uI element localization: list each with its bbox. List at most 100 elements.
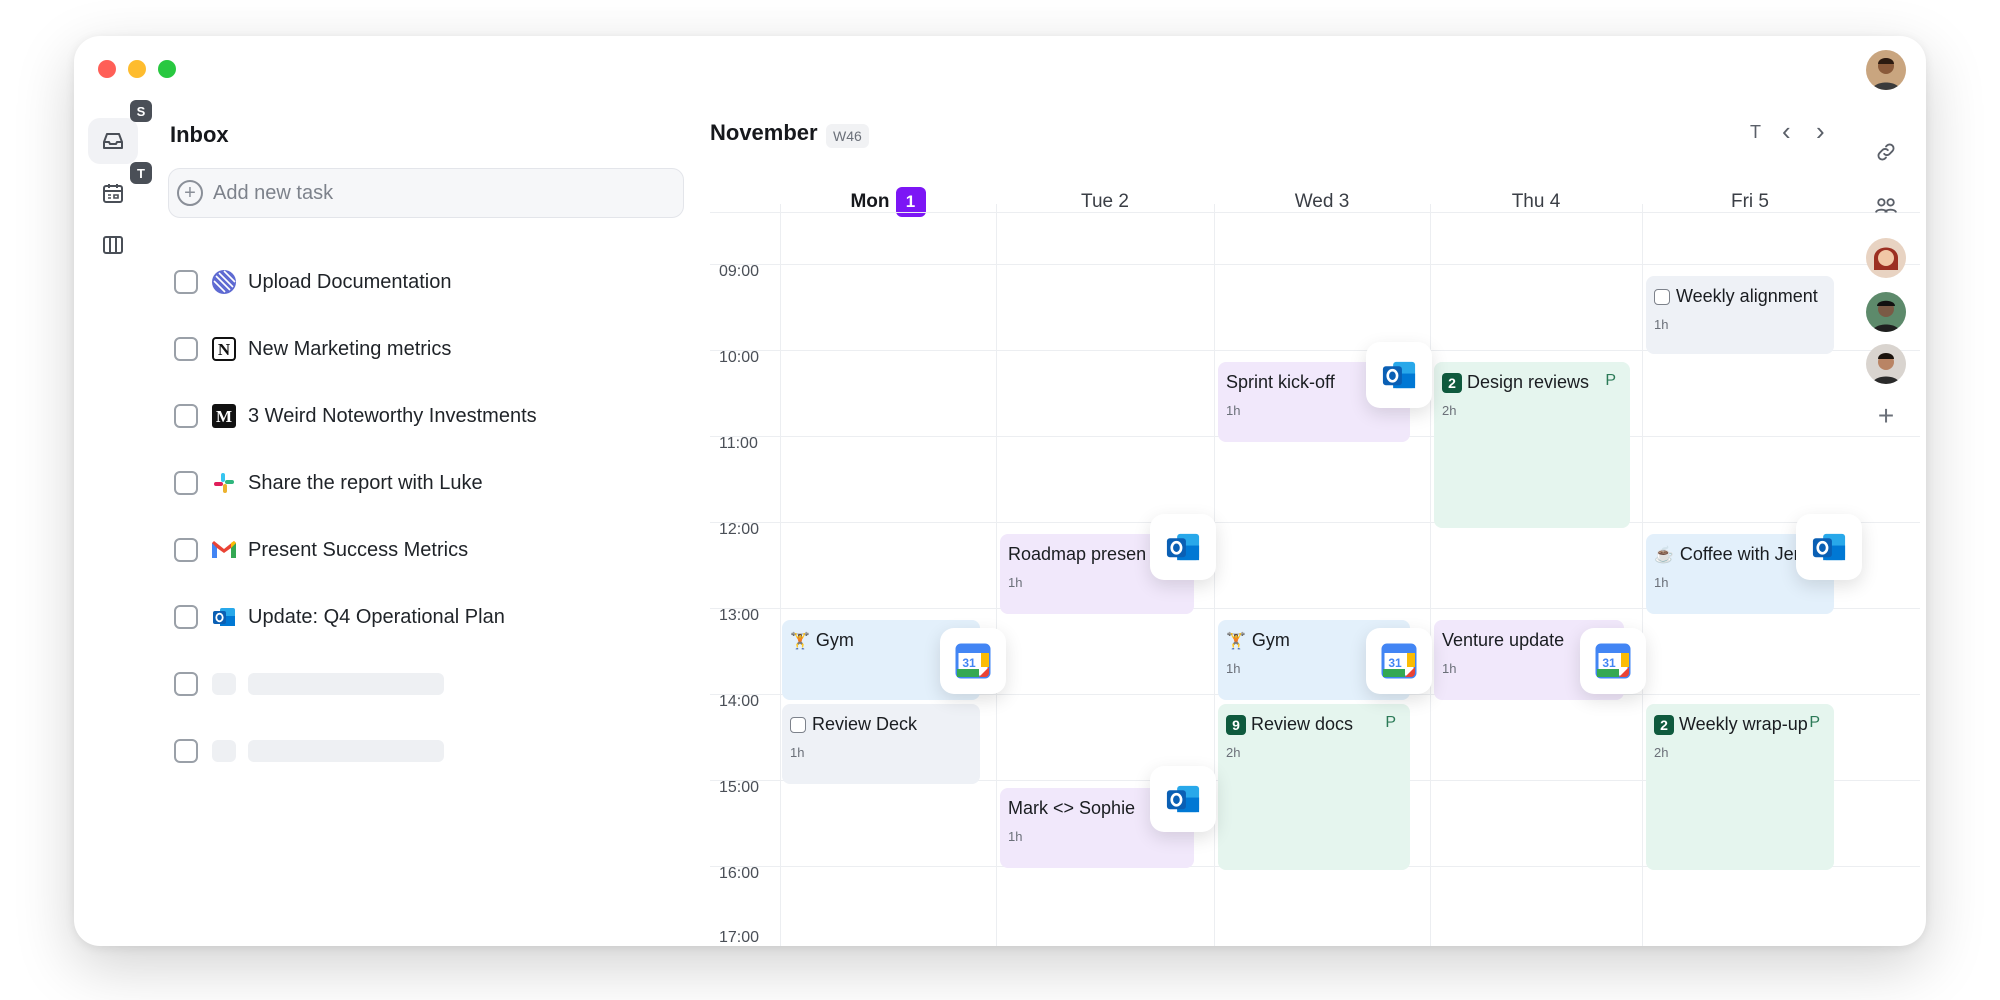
event-duration: 2h (1654, 745, 1669, 760)
task-item[interactable]: N New Marketing metrics (174, 329, 451, 369)
time-label: 12:00 (719, 521, 760, 538)
grid-line (710, 264, 1920, 265)
rail-inbox-button[interactable] (88, 118, 138, 164)
event-title: Coffee with Jen (1679, 544, 1804, 564)
task-label: Upload Documentation (248, 270, 452, 293)
event-card[interactable]: 2 Design reviews 2h P (1434, 362, 1630, 528)
notion-icon: N (210, 335, 238, 363)
outlook-icon (210, 603, 238, 631)
task-label: New Marketing metrics (248, 337, 452, 360)
task-checkbox[interactable] (174, 270, 198, 294)
task-placeholder (174, 664, 444, 704)
event-duration: 1h (790, 745, 805, 760)
event-checkbox[interactable] (790, 716, 806, 733)
day-header-thu[interactable]: Thu 4 (1430, 182, 1642, 222)
maximize-window-button[interactable] (158, 60, 176, 78)
event-card[interactable]: 9 Review docs 2h P (1218, 704, 1410, 870)
day-header-tue[interactable]: Tue 2 (996, 182, 1214, 222)
time-label: 14:00 (719, 693, 760, 710)
outlook-source-icon (1796, 514, 1862, 580)
task-item[interactable]: Upload Documentation (174, 262, 451, 302)
event-card[interactable]: Weekly alignment 1h (1646, 276, 1834, 354)
event-duration: 2h (1442, 403, 1457, 418)
team-icon[interactable] (1866, 186, 1906, 226)
task-checkbox[interactable] (174, 538, 198, 562)
prev-week-button[interactable]: ‹ (1782, 116, 1791, 147)
event-count-badge: 2 (1442, 372, 1462, 393)
task-checkbox[interactable] (174, 739, 198, 763)
task-checkbox[interactable] (174, 471, 198, 495)
calendar-month: November (710, 120, 818, 145)
event-count-badge: 2 (1654, 714, 1674, 735)
event-card[interactable]: Review Deck 1h (782, 704, 980, 784)
calendar-shortcut-badge: T (130, 162, 152, 184)
event-title: Gym (1251, 630, 1290, 650)
close-window-button[interactable] (98, 60, 116, 78)
task-item[interactable]: M 3 Weird Noteworthy Investments (174, 396, 537, 436)
event-priority-tag: P (1605, 372, 1616, 389)
day-header-wed[interactable]: Wed 3 (1214, 182, 1430, 222)
svg-text:M: M (216, 407, 232, 426)
gmail-icon (210, 536, 238, 564)
outlook-source-icon (1366, 342, 1432, 408)
time-label: 13:00 (719, 607, 760, 624)
team-member-avatar[interactable] (1866, 344, 1906, 384)
time-label: 15:00 (719, 779, 760, 796)
minimize-window-button[interactable] (128, 60, 146, 78)
grid-column-line (1430, 204, 1431, 946)
task-label: Present Success Metrics (248, 538, 469, 561)
event-checkbox[interactable] (1654, 288, 1670, 305)
outlook-source-icon (1150, 514, 1216, 580)
rail-board-button[interactable] (88, 222, 138, 268)
calendar-icon (103, 184, 123, 203)
time-label: 16:00 (719, 865, 760, 882)
grid-column-line (996, 204, 997, 946)
task-item[interactable]: Share the report with Luke (174, 463, 483, 503)
grid-column-line (1642, 204, 1643, 946)
task-label: 3 Weird Noteworthy Investments (248, 404, 537, 427)
time-label: 09:00 (719, 263, 760, 280)
inbox-title: Inbox (170, 122, 229, 147)
link-icon[interactable] (1866, 132, 1906, 172)
event-duration: 1h (1654, 575, 1669, 590)
linear-icon (210, 268, 238, 296)
event-title: Design reviews (1467, 372, 1590, 392)
today-button[interactable]: T (1750, 122, 1761, 143)
user-avatar[interactable] (1866, 50, 1906, 90)
add-task-field[interactable]: + (168, 168, 684, 218)
plus-circle-icon: + (177, 180, 203, 206)
day-header-fri[interactable]: Fri 5 (1642, 182, 1858, 222)
placeholder-icon (212, 740, 236, 762)
weightlifter-icon: 🏋 (1226, 632, 1246, 650)
day-header-mon[interactable]: Mon 1 (780, 182, 996, 222)
time-label: 17:00 (719, 929, 760, 946)
time-label: 11:00 (719, 435, 758, 452)
next-week-button[interactable]: › (1816, 116, 1825, 147)
columns-icon (103, 236, 123, 254)
task-item[interactable]: Update: Q4 Operational Plan (174, 597, 505, 637)
task-label: Share the report with Luke (248, 471, 483, 494)
grid-line (710, 522, 1920, 523)
grid-column-line (780, 204, 781, 946)
team-member-avatar[interactable] (1866, 292, 1906, 332)
inbox-shortcut-badge: S (130, 100, 152, 122)
task-item[interactable]: Present Success Metrics (174, 530, 468, 570)
event-card[interactable]: 2 Weekly wrap-up 2h P (1646, 704, 1834, 870)
team-member-avatar[interactable] (1866, 238, 1906, 278)
add-task-input[interactable] (213, 181, 653, 205)
weightlifter-icon: 🏋 (790, 632, 810, 650)
task-checkbox[interactable] (174, 337, 198, 361)
placeholder-icon (212, 673, 236, 695)
task-checkbox[interactable] (174, 404, 198, 428)
task-checkbox[interactable] (174, 605, 198, 629)
task-label: Update: Q4 Operational Plan (248, 605, 505, 628)
medium-icon: M (210, 402, 238, 430)
google-calendar-source-icon: 31 (1580, 628, 1646, 694)
task-checkbox[interactable] (174, 672, 198, 696)
svg-text:31: 31 (962, 656, 976, 670)
add-member-button[interactable]: + (1866, 396, 1906, 436)
google-calendar-source-icon: 31 (1366, 628, 1432, 694)
time-label: 10:00 (719, 349, 760, 366)
event-title: Weekly alignment (1676, 286, 1818, 306)
slack-icon (210, 469, 238, 497)
